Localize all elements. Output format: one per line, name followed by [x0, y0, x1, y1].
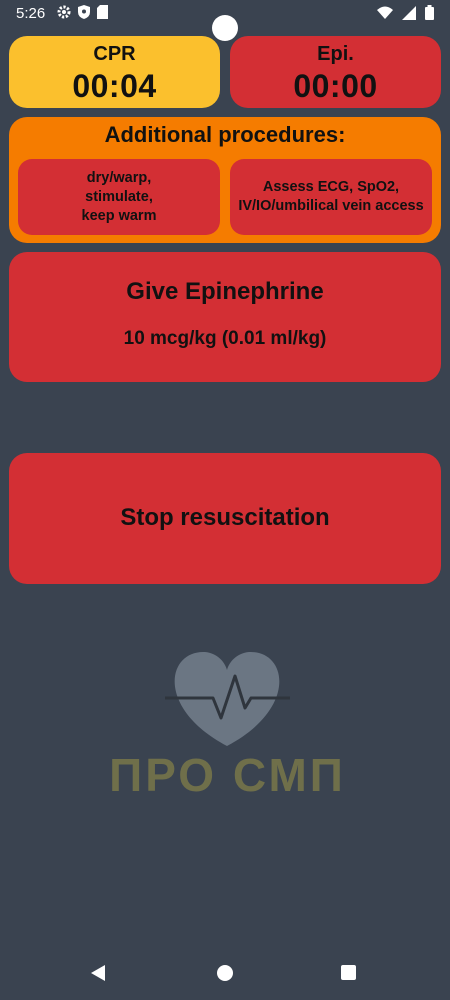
- give-epinephrine-button[interactable]: Give Epinephrine 10 mcg/kg (0.01 ml/kg): [9, 252, 441, 382]
- epi-timer-value: 00:00: [293, 68, 378, 104]
- battery-icon: [425, 5, 434, 24]
- epi-timer-card[interactable]: Epi. 00:00: [230, 36, 441, 108]
- additional-procedures-panel: Additional procedures: dry/warp, stimula…: [9, 117, 441, 243]
- dry-warm-stimulate-button[interactable]: dry/warp, stimulate, keep warm: [18, 159, 220, 235]
- procedures-title: Additional procedures:: [104, 122, 346, 147]
- home-icon[interactable]: [217, 965, 233, 981]
- wifi-icon: [377, 6, 393, 23]
- assess-ecg-access-button[interactable]: Assess ECG, SpO2, IV/IO/umbilical vein a…: [230, 159, 432, 235]
- epi-timer-label: Epi.: [317, 43, 354, 65]
- heart-pulse-icon: [165, 651, 290, 746]
- gear-icon: [57, 5, 71, 23]
- epinephrine-title: Give Epinephrine: [126, 278, 324, 305]
- cpr-timer-value: 00:04: [72, 68, 157, 104]
- back-icon[interactable]: [91, 965, 107, 986]
- stop-resuscitation-label: Stop resuscitation: [120, 504, 330, 531]
- camera-cutout: [212, 15, 238, 41]
- stop-resuscitation-button[interactable]: Stop resuscitation: [9, 453, 441, 584]
- cpr-timer-label: CPR: [93, 43, 136, 65]
- shield-icon: [78, 5, 90, 23]
- status-time: 5:26: [16, 5, 46, 22]
- epinephrine-dose: 10 mcg/kg (0.01 ml/kg): [123, 328, 327, 349]
- logo-text: ПРО СМП: [109, 749, 346, 801]
- navigation-bar: [0, 950, 450, 1000]
- recent-apps-icon[interactable]: [341, 965, 356, 980]
- app-logo: ПРО СМП: [95, 648, 360, 801]
- signal-icon: [402, 5, 416, 24]
- sd-card-icon: [97, 5, 108, 23]
- cpr-timer-card[interactable]: CPR 00:04: [9, 36, 220, 108]
